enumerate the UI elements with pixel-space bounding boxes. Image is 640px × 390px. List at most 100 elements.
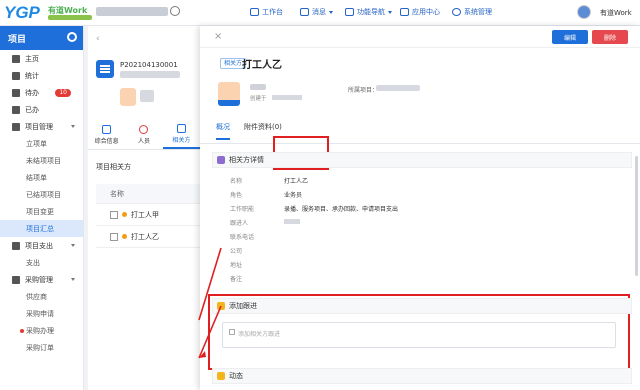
project-label: 所属项目：: [348, 87, 379, 94]
sidebar-item-label: 采购管理: [25, 275, 53, 284]
sidebar-item[interactable]: 立项单: [0, 135, 83, 152]
user-name[interactable]: 有道Work: [600, 8, 632, 18]
back-icon[interactable]: ‹: [96, 34, 100, 44]
scrollbar[interactable]: [635, 156, 638, 276]
menu-icon: [12, 88, 20, 97]
tab-people-label: 人员: [137, 137, 150, 145]
count-badge: 10: [55, 88, 71, 97]
sidebar-item-label: 项目变更: [26, 207, 54, 216]
field-label: 角色: [230, 192, 243, 199]
sidebar-item[interactable]: 项目汇总: [0, 220, 83, 237]
page-title: 打工人乙: [242, 60, 282, 71]
sidebar-item[interactable]: 项目管理: [0, 118, 83, 135]
sidebar-item-label: 采购办理: [26, 326, 54, 335]
nav-functions[interactable]: 功能导航: [345, 7, 392, 17]
owner-name: [140, 90, 154, 102]
project-tabs: 综合信息 人员 相关方: [88, 120, 200, 150]
chevron-down-icon[interactable]: [71, 278, 75, 281]
nav-messages-label: 消息: [312, 8, 326, 16]
settings-icon[interactable]: [67, 32, 77, 42]
sidebar-item-label: 主页: [25, 54, 39, 63]
nav-messages[interactable]: 消息: [300, 7, 333, 17]
menu-icon: [12, 122, 20, 131]
sidebar-item-label: 结项单: [26, 173, 47, 182]
section-title: 项目相关方: [96, 163, 131, 171]
people-icon: [176, 123, 186, 133]
field-label: 名称: [230, 178, 243, 185]
project-number: P202104130001: [120, 61, 178, 69]
field-value: 打工人乙: [284, 178, 309, 185]
sidebar-item[interactable]: 采购订单: [0, 339, 83, 356]
table-row[interactable]: 打工人乙: [96, 226, 200, 248]
menu-icon: [12, 54, 20, 63]
chevron-down-icon[interactable]: [71, 125, 75, 128]
column-name: 名称: [110, 189, 124, 198]
project-detail-pane: ‹ P202104130001 综合信息 人员 相关方 项目相关方 名称 打工人…: [88, 26, 200, 390]
sidebar-item[interactable]: 项目变更: [0, 203, 83, 220]
company-switch-icon[interactable]: [170, 6, 180, 16]
sidebar-item[interactable]: 已办: [0, 101, 83, 118]
row-checkbox[interactable]: [110, 210, 118, 219]
nav-workbench[interactable]: 工作台: [250, 7, 283, 17]
person-icon: [139, 124, 149, 134]
field-label: 备注: [230, 276, 243, 283]
tab-stakeholders-label: 相关方: [172, 136, 191, 144]
sidebar-item[interactable]: 未结项项目: [0, 152, 83, 169]
grid-icon: [102, 124, 112, 134]
project-icon: [96, 60, 114, 78]
sidebar-item-label: 供应商: [26, 292, 47, 301]
creator-name: [250, 84, 266, 90]
sidebar-item[interactable]: 结项单: [0, 169, 83, 186]
chevron-down-icon: [329, 10, 333, 14]
logo-slogan: [48, 15, 92, 20]
row-name: 打工人乙: [131, 232, 159, 241]
field-value: 业务员: [284, 192, 303, 199]
sidebar-item-label: 采购申请: [26, 309, 54, 318]
project-value[interactable]: [376, 85, 420, 91]
followup-input[interactable]: 添加相关方跟进: [222, 322, 616, 348]
sidebar-item[interactable]: 采购办理: [0, 322, 83, 339]
sidebar-item[interactable]: 已结项项目: [0, 186, 83, 203]
user-avatar[interactable]: [577, 5, 591, 19]
app-logo[interactable]: YGP 有道Work: [4, 3, 92, 23]
field-value: 录播、服务项目、承办回款、申请项目支出: [284, 206, 399, 213]
sidebar-item-label: 未结项项目: [26, 156, 61, 165]
sidebar-item[interactable]: 项目支出: [0, 237, 83, 254]
sidebar-item[interactable]: 采购管理: [0, 271, 83, 288]
sidebar-item[interactable]: 供应商: [0, 288, 83, 305]
sidebar-item[interactable]: 采购申请: [0, 305, 83, 322]
close-icon[interactable]: ×: [214, 31, 222, 42]
sidebar-title: 项目: [8, 34, 27, 45]
nav-app-center[interactable]: 应用中心: [400, 7, 440, 17]
sidebar-item-label: 支出: [26, 258, 40, 267]
activity-icon: [217, 372, 225, 380]
sidebar-item-label: 项目管理: [25, 122, 53, 131]
table-row[interactable]: 打工人甲: [96, 204, 200, 226]
status-dot: [122, 212, 127, 217]
workbench-icon: [250, 8, 259, 16]
nav-system[interactable]: 系统管理: [452, 7, 492, 17]
tab-people[interactable]: 人员: [125, 120, 162, 149]
status-dot: [20, 328, 24, 333]
apps-icon: [400, 8, 409, 16]
field-label: 工作职能: [230, 206, 255, 213]
edit-button[interactable]: 编辑: [552, 30, 588, 44]
sidebar-item[interactable]: 待办 10: [0, 84, 83, 101]
tab-overview[interactable]: 综合信息: [88, 120, 125, 149]
sidebar-item[interactable]: 统计: [0, 67, 83, 84]
row-checkbox[interactable]: [110, 232, 118, 241]
field-label: 联系电话: [230, 234, 255, 241]
menu-icon: [12, 71, 20, 80]
edit-icon: [229, 329, 235, 335]
menu-icon: [12, 105, 20, 114]
chevron-down-icon[interactable]: [71, 244, 75, 247]
divider: [200, 47, 640, 48]
annotation-arrows: [198, 247, 222, 359]
sidebar-item[interactable]: 支出: [0, 254, 83, 271]
gear-icon: [452, 8, 461, 16]
sidebar-item[interactable]: 主页: [0, 50, 83, 67]
activity-title: 动态: [229, 372, 243, 380]
sidebar-item-label: 已结项项目: [26, 190, 61, 199]
followup-placeholder: 添加相关方跟进: [238, 331, 281, 338]
delete-button[interactable]: 删除: [592, 30, 628, 44]
